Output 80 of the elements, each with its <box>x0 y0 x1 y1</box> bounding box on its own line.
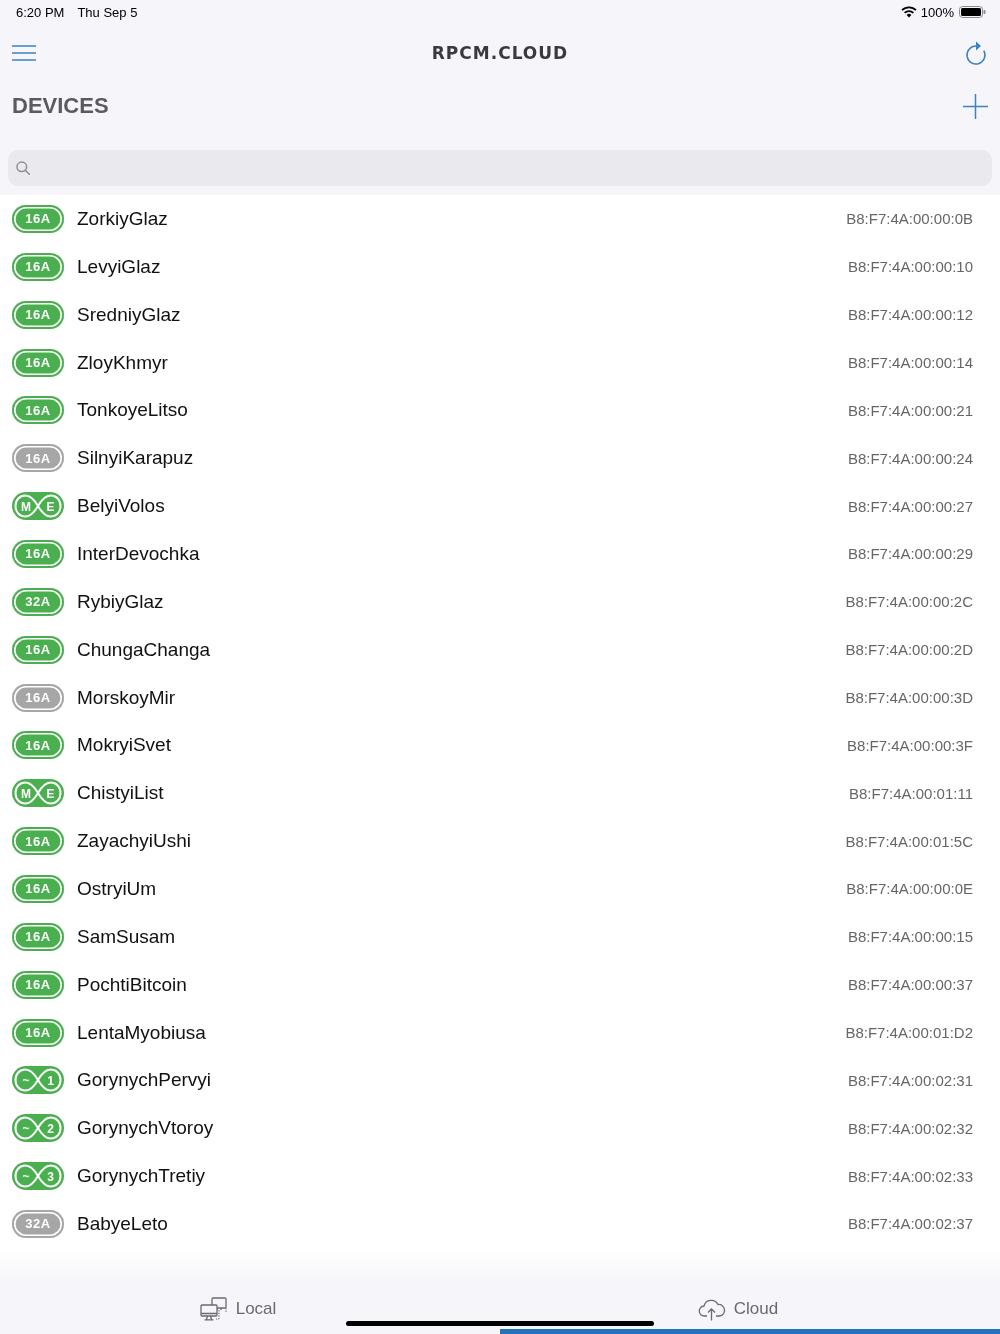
mac-address: B8:F7:4A:00:00:27 <box>847 497 973 515</box>
monitors-icon <box>199 1296 228 1321</box>
device-type-badge: ~ 3 <box>12 1162 64 1191</box>
device-name: ZorkiyGlaz <box>77 207 168 230</box>
page-title: DEVICES <box>12 93 109 119</box>
device-type-badge: 16A <box>12 1018 64 1047</box>
device-name: GorynychPervyi <box>77 1069 212 1092</box>
device-type-badge: 16A <box>12 731 64 760</box>
battery-percentage: 100% <box>920 4 954 20</box>
device-name: ZloyKhmyr <box>77 351 168 374</box>
device-type-badge: 16A <box>12 683 64 712</box>
mac-address: B8:F7:4A:00:00:0B <box>846 210 973 228</box>
device-name: InterDevochka <box>77 542 200 565</box>
device-type-badge: 32A <box>12 1209 64 1238</box>
mac-address: B8:F7:4A:00:00:21 <box>847 401 973 419</box>
device-name: TonkoyeLitso <box>77 399 188 422</box>
device-name: MorskoyMir <box>77 686 176 709</box>
mac-address: B8:F7:4A:00:00:10 <box>847 258 973 276</box>
device-type-badge: 16A <box>12 396 64 425</box>
search-field[interactable] <box>8 150 992 186</box>
device-type-badge: M E <box>12 779 64 808</box>
device-name: GorynychVtoroy <box>77 1117 214 1140</box>
tab[interactable]: Local <box>0 1280 500 1334</box>
mac-address: B8:F7:4A:00:00:2C <box>845 593 973 611</box>
mac-address: B8:F7:4A:00:00:0E <box>846 880 973 898</box>
mac-address: B8:F7:4A:00:00:15 <box>847 928 973 946</box>
status-date: Thu Sep 5 <box>77 4 138 20</box>
device-type-badge: 16A <box>12 922 64 951</box>
mac-address: B8:F7:4A:00:00:14 <box>847 354 973 371</box>
mac-address: B8:F7:4A:00:00:12 <box>847 306 973 324</box>
device-name: BabyeLeto <box>77 1212 168 1235</box>
mac-address: B8:F7:4A:00:00:37 <box>847 976 973 994</box>
search-icon <box>16 161 30 175</box>
device-name: BelyiVolos <box>77 495 165 518</box>
device-name: LentaMyobiusa <box>77 1021 206 1044</box>
device-type-badge: 16A <box>12 204 64 233</box>
device-name: SamSusam <box>77 925 176 948</box>
device-type-badge: 16A <box>12 300 64 329</box>
device-name: MokryiSvet <box>77 734 171 757</box>
device-name: ChungaChanga <box>77 638 211 661</box>
status-time: 6:20 PM <box>16 4 65 20</box>
device-type-badge: 16A <box>12 635 64 664</box>
device-type-badge: 16A <box>12 444 64 473</box>
device-type-badge: 16A <box>12 539 64 568</box>
device-name: LevyiGlaz <box>77 255 161 278</box>
device-type-badge: 16A <box>12 252 64 281</box>
mac-address: B8:F7:4A:00:00:3D <box>845 689 973 706</box>
add-icon[interactable] <box>963 93 988 119</box>
battery-icon <box>959 6 986 18</box>
device-name: RybiyGlaz <box>77 590 164 613</box>
mac-address: B8:F7:4A:00:02:37 <box>847 1215 973 1233</box>
device-type-badge: ~ 1 <box>12 1066 64 1095</box>
device-name: PochtiBitcoin <box>77 973 187 996</box>
mac-address: B8:F7:4A:00:00:2D <box>845 641 973 659</box>
menu-icon[interactable] <box>12 45 36 61</box>
device-name: GorynychTretiy <box>77 1165 206 1188</box>
device-type-badge: 16A <box>12 827 64 856</box>
device-name: SredniyGlaz <box>77 303 181 326</box>
refresh-icon[interactable] <box>964 40 988 66</box>
app-title: RPCM.CLOUD <box>431 43 569 63</box>
mac-address: B8:F7:4A:00:01:D2 <box>845 1024 973 1042</box>
device-name: OstryiUm <box>77 877 157 900</box>
device-type-badge: 16A <box>12 970 64 999</box>
device-type-badge: 16A <box>12 348 64 377</box>
mac-address: B8:F7:4A:00:02:33 <box>847 1167 973 1185</box>
device-name: ChistyiList <box>77 782 164 805</box>
wifi-icon <box>900 6 917 18</box>
mac-address: B8:F7:4A:00:02:32 <box>847 1119 973 1137</box>
mac-address: B8:F7:4A:00:01:11 <box>849 784 973 802</box>
mac-address: B8:F7:4A:00:00:24 <box>847 449 973 467</box>
device-type-badge: 16A <box>12 874 64 903</box>
mac-address: B8:F7:4A:00:00:3F <box>847 736 973 754</box>
mac-address: B8:F7:4A:00:02:31 <box>847 1071 973 1089</box>
mac-address: B8:F7:4A:00:01:5C <box>845 832 973 850</box>
device-type-badge: M E <box>12 492 64 521</box>
mac-address: B8:F7:4A:00:00:29 <box>847 545 973 563</box>
device-type-badge: ~ 2 <box>12 1114 64 1143</box>
device-name: ZayachyiUshi <box>77 830 192 853</box>
device-type-badge: 32A <box>12 587 64 616</box>
device-name: SilnyiKarapuz <box>77 447 194 470</box>
